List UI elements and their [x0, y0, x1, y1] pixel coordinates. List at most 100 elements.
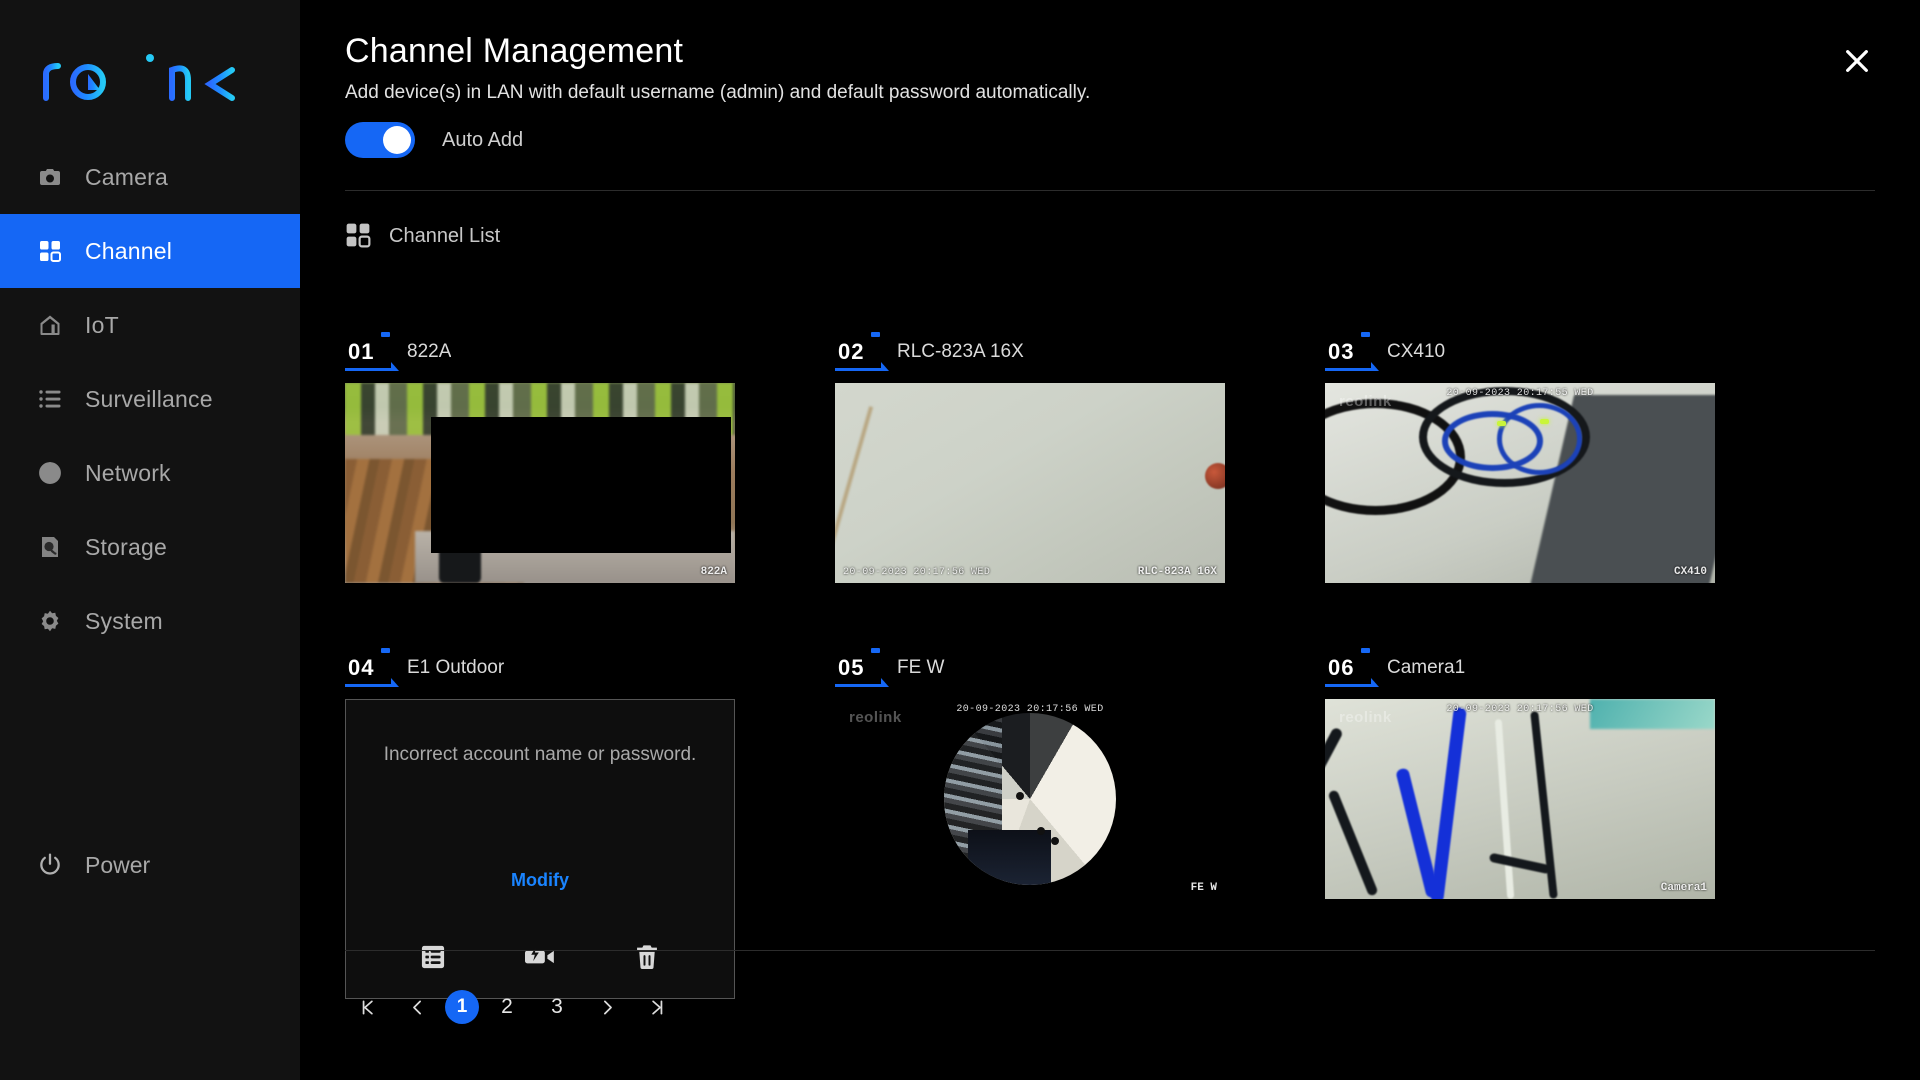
channel-card[interactable]: 02 RLC-823A 16X 20-09-2023 20:17:56 WED … [835, 330, 1225, 583]
sidebar-item-label: Channel [85, 237, 173, 264]
channel-number-badge: 04 [345, 648, 399, 687]
channel-header: 02 RLC-823A 16X [835, 330, 1225, 371]
channel-card[interactable]: 06 Camera1 reolink 20-09-2023 20:17:56 W… [1325, 646, 1715, 999]
channel-number-badge: 05 [835, 648, 889, 687]
channel-card[interactable]: 04 E1 Outdoor Incorrect account name or … [345, 646, 735, 999]
channel-name: 822A [407, 341, 452, 362]
sidebar-item-label: System [85, 607, 163, 634]
sidebar-item-surveillance[interactable]: Surveillance [0, 362, 300, 436]
pagination-page-2[interactable]: 2 [485, 985, 529, 1029]
channel-header: 05 FE W [835, 646, 1225, 687]
channel-number-badge: 06 [1325, 648, 1379, 687]
close-button[interactable] [1834, 40, 1880, 86]
sidebar-item-iot[interactable]: IoT [0, 288, 300, 362]
power-button[interactable]: Power [35, 850, 150, 880]
channel-tick-marker [871, 332, 880, 337]
channel-grid: 01 822A 822A 02 RLC-823A 16X 20-09-2023 … [345, 330, 1875, 999]
osd-timestamp: 20-09-2023 20:17:56 WED [843, 567, 991, 578]
grid-icon [345, 222, 373, 250]
channel-header: 04 E1 Outdoor [345, 646, 735, 687]
camera-icon [35, 162, 65, 192]
video-scene-cables [1325, 383, 1715, 583]
channel-card[interactable]: 01 822A 822A [345, 330, 735, 583]
video-scene-cables-2 [1325, 699, 1715, 899]
channel-tick-marker [381, 648, 390, 653]
sidebar-item-storage[interactable]: Storage [0, 510, 300, 584]
channel-thumbnail[interactable]: reolink 20-09-2023 20:17:56 WED Camera1 [1325, 699, 1715, 899]
channel-number: 05 [838, 655, 865, 680]
channel-name: FE W [897, 657, 945, 678]
pagination-page-3[interactable]: 3 [535, 985, 579, 1029]
sidebar-item-network[interactable]: Network [0, 436, 300, 510]
channel-error-message: Incorrect account name or password. [383, 744, 697, 765]
channel-header: 03 CX410 [1325, 330, 1715, 371]
channel-name: E1 Outdoor [407, 657, 505, 678]
pagination-next[interactable] [585, 985, 629, 1029]
channel-underline [345, 678, 399, 687]
channel-info-button[interactable] [416, 942, 450, 976]
pagination-last[interactable] [635, 985, 679, 1029]
channel-action-bar [346, 942, 734, 976]
channel-card[interactable]: 05 FE W reolink 20-09-2023 20:17:56 WED … [835, 646, 1225, 999]
header-divider [345, 190, 1875, 191]
channel-error-card: Incorrect account name or password. Modi… [345, 699, 735, 999]
modify-link[interactable]: Modify [346, 870, 734, 891]
page-subtitle: Add device(s) in LAN with default userna… [345, 82, 1091, 103]
sidebar-item-channel[interactable]: Channel [0, 214, 300, 288]
channel-delete-button[interactable] [630, 942, 664, 976]
channel-thumbnail[interactable]: reolink 20-09-2023 20:17:56 WED FE W [835, 699, 1225, 899]
channel-name: RLC-823A 16X [897, 341, 1024, 362]
pagination-page-1[interactable]: 1 [445, 990, 479, 1024]
hard-drive-icon [35, 532, 65, 562]
details-list-icon [419, 943, 447, 976]
osd-camera-name: CX410 [1673, 566, 1707, 578]
osd-watermark: reolink [1339, 709, 1392, 726]
channel-card[interactable]: 03 CX410 reolink 20-09-2023 20:17:55 WED… [1325, 330, 1715, 583]
osd-timestamp: 20-09-2023 20:17:56 WED [1446, 704, 1594, 715]
sidebar-item-label: Network [85, 459, 171, 486]
pagination-prev[interactable] [395, 985, 439, 1029]
channel-header: 06 Camera1 [1325, 646, 1715, 687]
channel-row: 04 E1 Outdoor Incorrect account name or … [345, 646, 1875, 999]
grid-icon [35, 236, 65, 266]
channel-row: 01 822A 822A 02 RLC-823A 16X 20-09-2023 … [345, 330, 1875, 583]
pagination-first[interactable] [345, 985, 389, 1029]
channel-name: CX410 [1387, 341, 1446, 362]
osd-timestamp: 20-09-2023 20:17:55 WED [1446, 388, 1594, 399]
channel-underline [835, 678, 889, 687]
power-icon [35, 850, 65, 880]
channel-preview-button[interactable] [523, 942, 557, 976]
page-title: Channel Management [345, 32, 684, 70]
channel-name: Camera1 [1387, 657, 1466, 678]
reolink-logo [36, 48, 236, 104]
channel-underline [345, 362, 399, 371]
channel-thumbnail[interactable]: 20-09-2023 20:17:56 WED RLC-823A 16X [835, 383, 1225, 583]
sidebar-item-label: IoT [85, 311, 119, 338]
osd-camera-name: FE W [1190, 882, 1217, 894]
sidebar-item-camera[interactable]: Camera [0, 140, 300, 214]
channel-number-badge: 02 [835, 332, 889, 371]
video-scene-office [345, 383, 735, 583]
channel-thumbnail[interactable]: 822A [345, 383, 735, 583]
privacy-mask [430, 417, 732, 553]
trash-icon [633, 943, 661, 976]
auto-add-label: Auto Add [442, 128, 524, 151]
list-icon [35, 384, 65, 414]
channel-tick-marker [871, 648, 880, 653]
channel-number: 04 [348, 655, 375, 680]
channel-thumbnail[interactable]: reolink 20-09-2023 20:17:55 WED CX410 [1325, 383, 1715, 583]
sidebar-item-system[interactable]: System [0, 584, 300, 658]
channel-number: 02 [838, 339, 865, 364]
gear-icon [35, 606, 65, 636]
close-icon [1841, 45, 1873, 82]
channel-underline [1325, 362, 1379, 371]
camera-flash-icon [524, 943, 555, 976]
sidebar-item-label: Surveillance [85, 385, 213, 412]
auto-add-row: Auto Add [345, 122, 523, 158]
channel-header: 01 822A [345, 330, 735, 371]
channel-list-header: Channel List [345, 222, 500, 250]
channel-underline [835, 362, 889, 371]
sidebar-item-label: Storage [85, 533, 167, 560]
auto-add-toggle[interactable] [345, 122, 415, 158]
footer-divider [345, 950, 1875, 951]
